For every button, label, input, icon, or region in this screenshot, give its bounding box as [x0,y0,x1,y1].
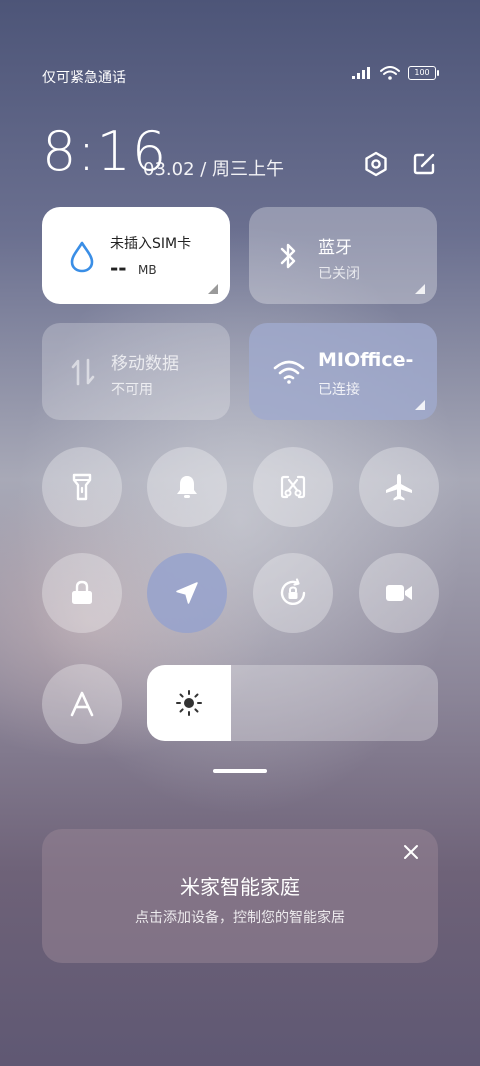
airplane-icon [386,474,412,501]
letter-a-icon [70,691,94,717]
edit-icon[interactable] [410,150,438,178]
status-icons: 100 [352,66,439,80]
rotation-lock-icon [280,578,306,605]
data-usage-unit: MB [138,263,157,277]
battery-indicator: 100 [408,66,439,80]
mute-button[interactable] [147,447,227,527]
wifi-status: 已连接 [318,382,360,398]
bluetooth-icon [280,243,296,269]
bluetooth-title: 蓝牙 [318,238,352,258]
water-drop-icon [70,241,94,273]
data-usage-value: -- [110,256,127,280]
brightness-slider-fill[interactable] [147,665,232,741]
signal-icon [352,67,370,79]
location-button[interactable] [147,553,227,633]
settings-icon[interactable] [362,150,390,178]
mobile-data-icon [71,358,95,386]
expand-corner-icon [415,284,425,294]
sun-icon [176,690,203,716]
wifi-status-icon [380,66,400,80]
brightness-slider[interactable] [147,665,438,741]
wifi-network-name: MIOffice- [318,349,414,371]
lock-icon [72,580,92,604]
auto-brightness-button[interactable] [42,664,122,744]
mobile-data-title: 移动数据 [111,354,179,374]
data-usage-tile[interactable]: 未插入SIM卡 -- MB [42,207,230,304]
expand-corner-icon [415,400,425,410]
screen-record-button[interactable] [359,553,439,633]
wifi-icon [273,360,305,384]
location-arrow-icon [176,582,198,604]
date-label: 03.02 / 周三上午 [143,159,285,180]
card-subtitle: 点击添加设备，控制您的智能家居 [135,910,345,926]
card-title: 米家智能家庭 [180,875,300,899]
flashlight-icon [72,473,92,501]
mijia-smart-home-card[interactable]: 米家智能家庭 点击添加设备，控制您的智能家居 [42,829,438,963]
drag-handle[interactable] [213,769,267,773]
expand-corner-icon [208,284,218,294]
wifi-tile[interactable]: MIOffice- 已连接 [249,323,437,420]
mobile-data-tile[interactable]: 移动数据 不可用 [42,323,230,420]
bluetooth-tile[interactable]: 蓝牙 已关闭 [249,207,437,304]
screenshot-scissors-icon [280,475,306,499]
lock-screen-button[interactable] [42,553,122,633]
data-usage-title: 未插入SIM卡 [110,236,192,252]
mobile-data-status: 不可用 [111,382,153,398]
bell-icon [177,476,197,498]
rotation-lock-button[interactable] [253,553,333,633]
video-camera-icon [386,585,412,601]
bluetooth-status: 已关闭 [318,266,360,282]
airplane-mode-button[interactable] [359,447,439,527]
screenshot-button[interactable] [253,447,333,527]
close-icon[interactable] [400,841,422,863]
flashlight-button[interactable] [42,447,122,527]
carrier-status: 仅可紧急通话 [42,70,126,86]
